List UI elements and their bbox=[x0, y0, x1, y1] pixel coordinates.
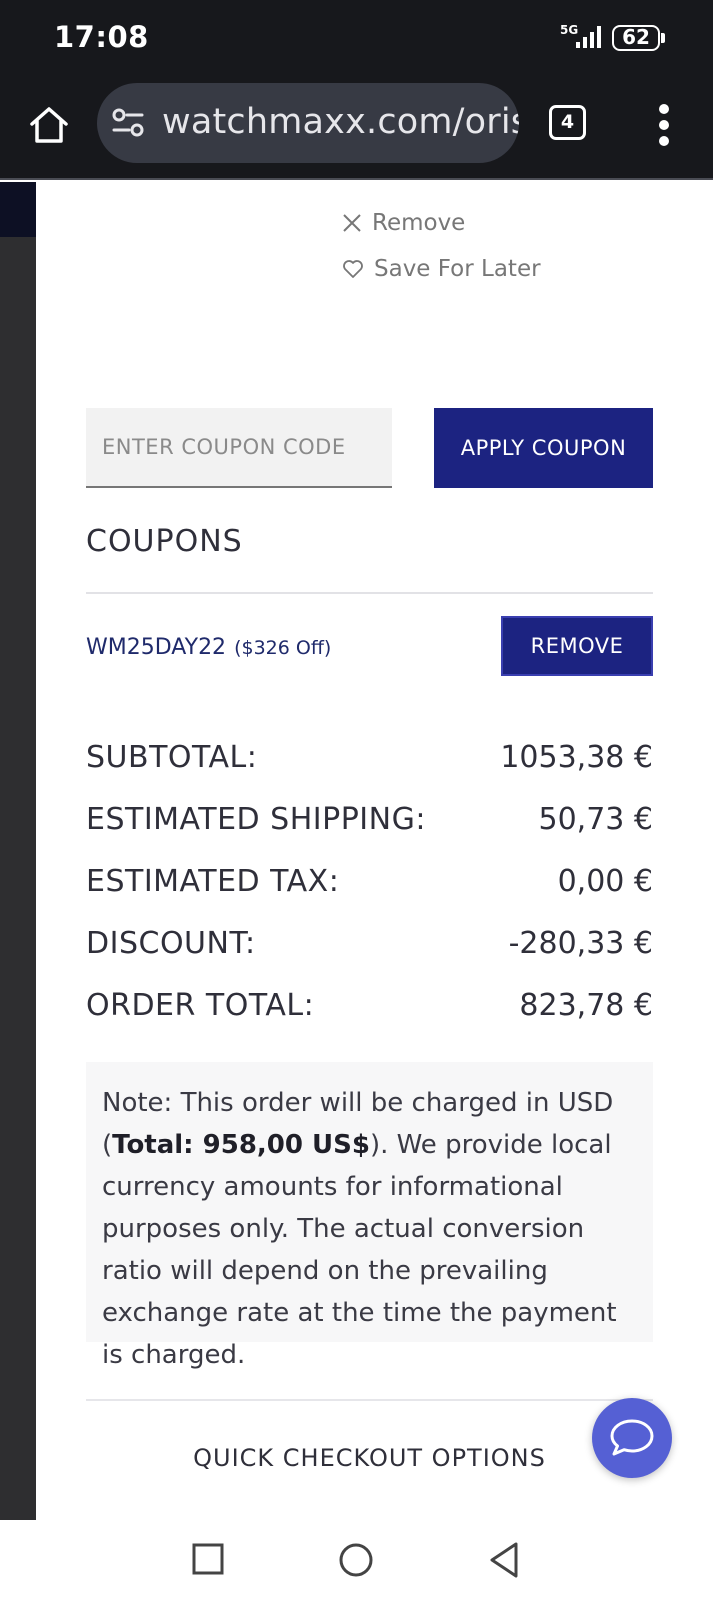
order-totals: SUBTOTAL: 1053,38 € ESTIMATED SHIPPING: … bbox=[86, 740, 653, 1050]
tab-switcher-button[interactable]: 4 bbox=[549, 105, 586, 140]
chat-button[interactable] bbox=[592, 1398, 672, 1478]
coupon-discount: ($326 Off) bbox=[234, 637, 332, 659]
divider bbox=[86, 592, 653, 594]
quick-checkout-heading: QUICK CHECKOUT OPTIONS bbox=[193, 1444, 546, 1472]
subtotal-row: SUBTOTAL: 1053,38 € bbox=[86, 740, 653, 802]
system-nav-bar bbox=[0, 1520, 713, 1600]
order-total-value: 823,78 € bbox=[519, 988, 653, 1023]
discount-value: -280,33 € bbox=[508, 926, 653, 961]
subtotal-value: 1053,38 € bbox=[500, 740, 653, 775]
battery-level: 62 bbox=[622, 25, 650, 49]
browser-toolbar: watchmaxx.com/oris- 4 bbox=[0, 80, 713, 180]
subtotal-label: SUBTOTAL: bbox=[86, 740, 258, 775]
coupon-code-input[interactable] bbox=[86, 408, 392, 488]
currency-note: Note: This order will be charged in USD … bbox=[86, 1062, 653, 1370]
recent-apps-icon[interactable] bbox=[189, 1540, 229, 1580]
save-for-later-label: Save For Later bbox=[374, 256, 541, 282]
home-icon[interactable] bbox=[26, 102, 72, 148]
back-icon[interactable] bbox=[486, 1540, 526, 1580]
discount-row: DISCOUNT: -280,33 € bbox=[86, 926, 653, 988]
divider bbox=[86, 1399, 653, 1401]
tax-value: 0,00 € bbox=[557, 864, 653, 899]
coupon-code: WM25DAY22 bbox=[86, 635, 227, 660]
heart-icon bbox=[343, 260, 363, 278]
order-total-row: ORDER TOTAL: 823,78 € bbox=[86, 988, 653, 1050]
site-settings-icon[interactable] bbox=[111, 107, 145, 139]
order-total-label: ORDER TOTAL: bbox=[86, 988, 315, 1023]
status-bar: 17:08 5G 62 bbox=[0, 0, 713, 80]
url-text[interactable]: watchmaxx.com/oris- bbox=[162, 102, 519, 142]
shipping-label: ESTIMATED SHIPPING: bbox=[86, 802, 426, 837]
browser-menu-icon[interactable] bbox=[650, 102, 678, 148]
applied-coupon: WM25DAY22 ($326 Off) bbox=[86, 635, 331, 660]
shipping-row: ESTIMATED SHIPPING: 50,73 € bbox=[86, 802, 653, 864]
chat-bubble-icon bbox=[610, 1419, 654, 1456]
remove-coupon-button[interactable]: REMOVE bbox=[501, 616, 653, 676]
remove-item-link[interactable]: Remove bbox=[342, 210, 465, 236]
tax-row: ESTIMATED TAX: 0,00 € bbox=[86, 864, 653, 926]
save-for-later-link[interactable]: Save For Later bbox=[342, 256, 541, 282]
coupons-heading: COUPONS bbox=[86, 524, 243, 559]
apply-coupon-button[interactable]: APPLY COUPON bbox=[434, 408, 653, 488]
battery-tip bbox=[661, 33, 665, 43]
address-bar[interactable]: watchmaxx.com/oris- bbox=[97, 83, 519, 163]
close-icon bbox=[343, 214, 361, 232]
battery-icon: 62 bbox=[612, 25, 660, 51]
tax-label: ESTIMATED TAX: bbox=[86, 864, 340, 899]
note-usd-total: Total: 958,00 US$ bbox=[112, 1130, 370, 1160]
note-suffix: ). We provide local currency amounts for… bbox=[102, 1130, 617, 1370]
remove-item-label: Remove bbox=[372, 210, 466, 236]
cart-page: Remove Save For Later APPLY COUPON COUPO… bbox=[0, 182, 713, 1520]
signal-icon: 5G bbox=[560, 22, 606, 54]
discount-label: DISCOUNT: bbox=[86, 926, 256, 961]
side-drawer-edge bbox=[0, 182, 36, 1520]
shipping-value: 50,73 € bbox=[538, 802, 653, 837]
side-drawer-header bbox=[0, 182, 36, 237]
status-time: 17:08 bbox=[54, 20, 149, 54]
home-nav-icon[interactable] bbox=[336, 1540, 376, 1580]
